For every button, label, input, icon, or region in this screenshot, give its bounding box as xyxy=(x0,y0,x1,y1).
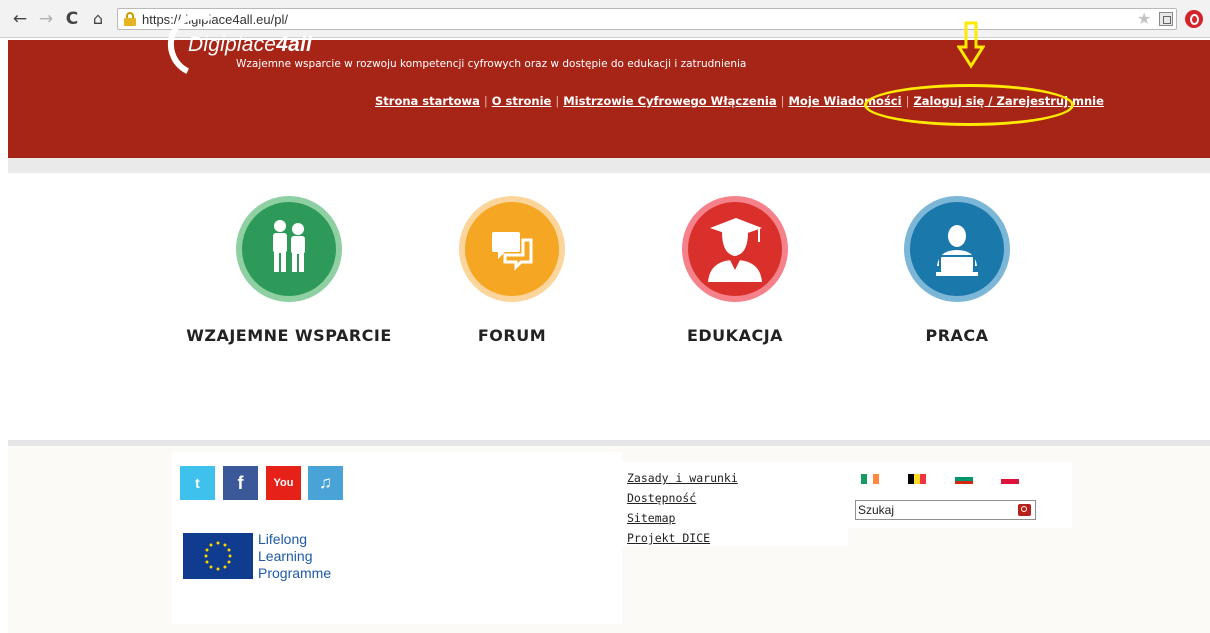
back-icon[interactable]: ← xyxy=(10,9,30,29)
star-icon[interactable]: ★ xyxy=(1137,10,1151,28)
forward-icon[interactable]: → xyxy=(36,9,56,29)
music-icon[interactable]: ♫ xyxy=(308,466,343,500)
search-input[interactable] xyxy=(858,502,1008,518)
footer-links: Zasady i warunki Dostępność Sitemap Proj… xyxy=(627,468,738,548)
site-logo[interactable]: Digiplace4all xyxy=(188,33,312,57)
nav-separator: | xyxy=(780,94,785,108)
laptop-worker-icon xyxy=(936,225,978,276)
category-mutual-support[interactable]: WZAJEMNE WSPARCIE xyxy=(184,196,394,345)
category-label[interactable]: EDUKACJA xyxy=(630,326,840,345)
category-circle[interactable] xyxy=(682,196,788,302)
twitter-icon[interactable]: t xyxy=(180,466,215,500)
category-label[interactable]: PRACA xyxy=(852,326,1062,345)
llp-line: Programme xyxy=(258,565,332,581)
address-bar[interactable]: https://digiplace4all.eu/pl/ xyxy=(117,8,1177,30)
reload-icon[interactable]: C xyxy=(62,9,82,29)
chat-bubbles-icon xyxy=(492,232,533,271)
nav-about-link[interactable]: O stronie xyxy=(492,94,552,108)
category-circle[interactable] xyxy=(236,196,342,302)
graduate-icon xyxy=(708,218,762,282)
people-icon xyxy=(273,220,305,272)
category-label[interactable]: FORUM xyxy=(407,326,617,345)
down-arrow-icon xyxy=(957,21,985,69)
dice-project-link[interactable]: Projekt DICE xyxy=(627,528,738,548)
be-flag-icon[interactable] xyxy=(908,474,926,484)
category-circle[interactable] xyxy=(904,196,1010,302)
category-forum[interactable]: FORUM xyxy=(407,196,617,345)
bg-flag-icon[interactable] xyxy=(955,474,973,484)
category-label[interactable]: WZAJEMNE WSPARCIE xyxy=(184,326,394,345)
search-icon[interactable] xyxy=(1018,504,1031,516)
llp-line: Lifelong xyxy=(258,531,308,547)
category-circle[interactable] xyxy=(459,196,565,302)
llp-logo-text[interactable]: Lifelong Learning Programme xyxy=(258,531,331,582)
header-divider xyxy=(8,158,1210,173)
lock-icon xyxy=(124,12,136,26)
category-education[interactable]: EDUKACJA xyxy=(630,196,840,345)
pl-flag-icon[interactable] xyxy=(1001,474,1019,484)
nav-home-link[interactable]: Strona startowa xyxy=(375,94,480,108)
youtube-icon[interactable]: You xyxy=(266,466,301,500)
login-highlight-ellipse xyxy=(864,84,1074,126)
llp-line: Learning xyxy=(258,548,313,564)
search-box xyxy=(855,500,1036,520)
home-icon[interactable]: ⌂ xyxy=(88,9,108,29)
nav-separator: | xyxy=(483,94,488,108)
category-work[interactable]: PRACA xyxy=(852,196,1062,345)
nav-champions-link[interactable]: Mistrzowie Cyfrowego Włączenia xyxy=(563,94,776,108)
extension-icon[interactable] xyxy=(1159,12,1173,26)
nav-separator: | xyxy=(555,94,560,108)
site-tagline: Wzajemne wsparcie w rozwoju kompetencji … xyxy=(236,58,747,70)
ie-flag-icon[interactable] xyxy=(861,474,879,484)
terms-link[interactable]: Zasady i warunki xyxy=(627,468,738,488)
opera-icon[interactable] xyxy=(1185,10,1203,28)
accessibility-link[interactable]: Dostępność xyxy=(627,488,738,508)
facebook-icon[interactable]: f xyxy=(223,466,258,500)
eu-flag-icon xyxy=(183,533,253,579)
sitemap-link[interactable]: Sitemap xyxy=(627,508,738,528)
